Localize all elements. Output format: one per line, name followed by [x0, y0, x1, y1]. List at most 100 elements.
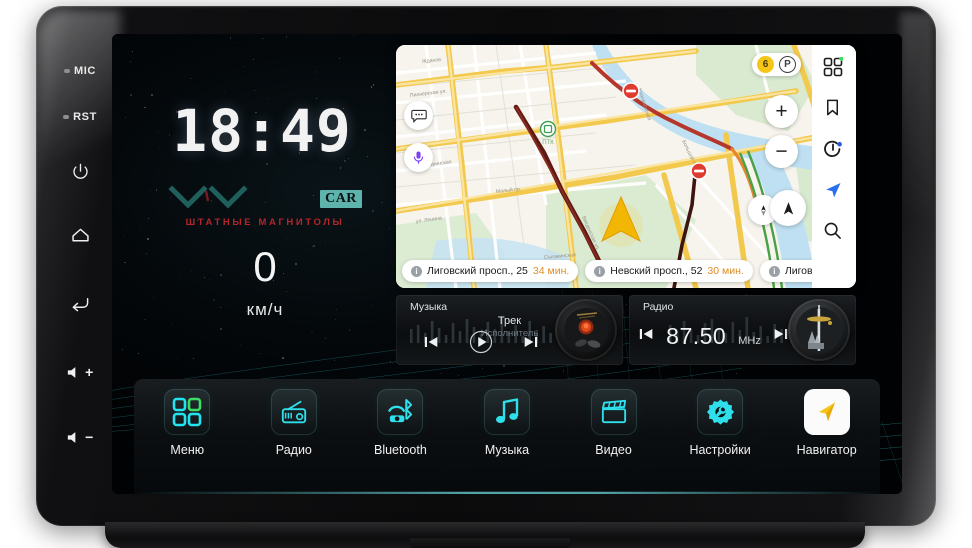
- dock-item-radio[interactable]: Радио: [248, 389, 340, 457]
- speed-value: 0: [253, 243, 277, 290]
- music-widget[interactable]: Музыка Трек Исполнитель: [396, 295, 623, 365]
- dock-tile-music[interactable]: [483, 389, 530, 435]
- device-mount-foot: [410, 538, 570, 548]
- app-dock[interactable]: Меню Радио Bluetooth Музыка Видео Настро…: [134, 379, 880, 494]
- zoom-in-label: +: [775, 100, 788, 123]
- map-poi-label: ПТК: [542, 140, 554, 146]
- traffic-parking-controls[interactable]: 6 P: [752, 53, 801, 76]
- map-rail-grid-menu-button[interactable]: [823, 56, 845, 79]
- dock-item-video[interactable]: Видео: [568, 389, 660, 457]
- power-icon: [72, 163, 88, 179]
- prev-station-icon: [639, 329, 653, 339]
- music-album-art: [555, 299, 617, 361]
- navigator-arrow-icon: [818, 402, 835, 421]
- reset-led: [63, 115, 70, 119]
- suggestion-eta: 30 мин.: [707, 265, 744, 277]
- reset-button[interactable]: RST: [53, 94, 107, 140]
- music-prev-button[interactable]: [424, 335, 439, 354]
- dock-tile-settings[interactable]: [697, 389, 744, 435]
- dock-label-radio: Радио: [275, 443, 312, 457]
- radio-widget[interactable]: Радио 87.50 MHz: [629, 295, 856, 365]
- suggestion-chip[interactable]: i Лиговский просп., 25 34 мин.: [402, 260, 579, 282]
- volume-up-button[interactable]: +: [53, 338, 107, 406]
- music-next-button[interactable]: [523, 335, 538, 354]
- clock-icon: i: [594, 265, 606, 277]
- mic-label: MIC: [74, 65, 96, 77]
- radio-tuner[interactable]: 87.50 MHz: [629, 323, 798, 350]
- zoom-out-label: −: [775, 140, 788, 163]
- prev-track-icon: [424, 337, 437, 347]
- dock-tile-radio[interactable]: [270, 389, 317, 435]
- dock-label-navigator: Навигатор: [796, 443, 857, 457]
- dock-item-settings[interactable]: Настройки: [674, 389, 766, 457]
- map-right-rail[interactable]: [812, 45, 856, 288]
- clock-icon: i: [411, 265, 422, 277]
- dock-item-menu[interactable]: Меню: [141, 389, 233, 457]
- map-rail-search-button[interactable]: [823, 221, 845, 243]
- radio-frequency-unit: MHz: [738, 335, 761, 347]
- bookmark-icon: [826, 99, 839, 116]
- reset-label: RST: [73, 111, 97, 123]
- volume-down-button[interactable]: −: [53, 406, 107, 468]
- map-voice-button[interactable]: [404, 143, 433, 172]
- dock-tile-navigator[interactable]: [803, 389, 850, 435]
- back-button[interactable]: [53, 268, 107, 338]
- traffic-level-badge[interactable]: 6: [757, 56, 774, 73]
- dock-item-navigator[interactable]: Навигатор: [781, 389, 873, 457]
- dock-glow-line: [134, 492, 880, 494]
- radio-icon: [281, 400, 306, 424]
- play-button-icon: [469, 330, 492, 354]
- home-icon: [71, 228, 89, 241]
- gear-wrench-icon: [706, 398, 734, 425]
- bluetooth-phone-icon: [387, 398, 413, 422]
- mic-led: [64, 69, 71, 73]
- car-badge: CAR: [320, 189, 362, 209]
- alice-assistant-icon: [824, 140, 842, 157]
- clapperboard-icon: [601, 399, 626, 424]
- power-button[interactable]: [53, 140, 107, 202]
- speaker-plus-icon: [67, 366, 76, 378]
- dock-label-music: Музыка: [484, 443, 530, 457]
- speed-unit: км/ч: [246, 300, 284, 319]
- next-station-icon: [774, 329, 787, 339]
- home-button[interactable]: [53, 202, 107, 268]
- search-icon: [824, 222, 841, 239]
- suggestion-title: Лиговский просп., 25: [427, 265, 528, 277]
- suggestion-chip[interactable]: i Невский просп., 52 30 мин.: [585, 260, 753, 282]
- map-locate-button[interactable]: [770, 190, 806, 226]
- music-transport-controls[interactable]: [396, 330, 565, 359]
- navigation-arrow-icon: [826, 183, 841, 198]
- dock-tile-video[interactable]: [590, 389, 637, 435]
- map-chat-button[interactable]: [404, 101, 433, 130]
- suggestion-eta: 34 мин.: [532, 265, 570, 277]
- radio-tower-graphic: [796, 305, 842, 353]
- dock-tile-bluetooth[interactable]: [377, 389, 424, 435]
- brand-logo: CAR ШТАТНЫЕ МАГНИТОЛЫ: [160, 184, 370, 228]
- clock-display: 18:49: [172, 97, 352, 165]
- music-widget-title: Музыка: [410, 301, 448, 313]
- suggestion-title: Невский просп., 52: [610, 265, 703, 277]
- road-closure-marker-2: [690, 162, 708, 180]
- dock-item-music[interactable]: Музыка: [461, 389, 553, 457]
- speaker-minus-icon: [67, 431, 76, 443]
- map-rail-assistant-button[interactable]: [823, 139, 845, 161]
- music-play-button[interactable]: [469, 330, 493, 359]
- radio-next-button[interactable]: [773, 327, 788, 346]
- dock-item-bluetooth[interactable]: Bluetooth: [354, 389, 446, 457]
- head-unit-screen[interactable]: 18:49 CAR ШТАТНЫЕ МАГНИТОЛЫ 0 км/ч Ждано…: [112, 34, 902, 494]
- radio-prev-button[interactable]: [639, 327, 654, 346]
- clock-icon: i: [768, 265, 780, 277]
- parking-button[interactable]: P: [779, 56, 796, 73]
- dock-tile-menu[interactable]: [164, 389, 211, 435]
- map-rail-bookmarks-button[interactable]: [823, 98, 845, 120]
- back-arrow-icon: [72, 298, 89, 312]
- map-rail-navigate-button[interactable]: [823, 180, 845, 202]
- media-widgets-row: Музыка Трек Исполнитель Радио 87.50 MHz: [396, 295, 856, 365]
- side-button-strip: MIC RST + −: [52, 34, 108, 496]
- brand-logo-mark: CAR: [160, 184, 370, 214]
- map-zoom-in-button[interactable]: +: [765, 95, 798, 128]
- map-zoom-out-button[interactable]: −: [765, 135, 798, 168]
- map-suggestion-chips[interactable]: i Лиговский просп., 25 34 мин. i Невский…: [402, 260, 844, 282]
- dock-label-bluetooth: Bluetooth: [373, 443, 427, 457]
- map-widget[interactable]: Жданов Пионерская ул. Кронверкская Звери…: [396, 45, 856, 288]
